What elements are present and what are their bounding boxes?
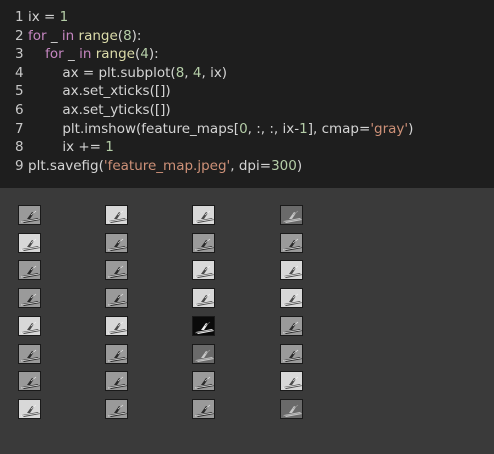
code-token: plt.savefig( [28,157,104,174]
feature-map-thumbnail [192,343,215,364]
feature-map-thumbnail [105,288,128,309]
code-editor[interactable]: 1 ix = 1 2 for _ in range(8): 3 for _ in ran… [2,8,413,175]
code-token: 300 [271,157,297,174]
feature-map-thumbnail [192,288,215,309]
feature-map-thumbnail [18,232,41,253]
feature-map-thumbnail [192,205,215,225]
code-token: 4 [140,46,149,63]
feature-map-thumbnail [280,371,303,392]
code-token: in [61,27,75,44]
line-number: 6 [15,101,24,118]
cell-output [0,188,494,454]
feature-map-thumbnail [105,232,128,253]
feature-map-thumbnail [280,315,303,336]
feature-map-thumbnail [192,398,215,419]
code-token: in [79,46,92,63]
feature-map-thumbnail [18,398,41,419]
feature-map-thumbnail [280,398,303,419]
code-token: _ [46,27,62,44]
feature-map-thumbnail [280,205,303,225]
line-number: 1 [15,9,24,25]
code-token: , [184,64,193,81]
code-cell[interactable]: 1 ix = 1 2 for _ in range(8): 3 for _ in ran… [0,0,494,188]
code-token: range [78,27,118,44]
code-token: ix += [28,139,106,156]
code-token: _ [63,46,80,63]
code-token: ], cmap= [307,120,371,137]
line-number: 4 [15,64,24,81]
feature-map-thumbnail [105,398,128,419]
line-number: 7 [15,120,24,137]
feature-map-thumbnail [105,371,128,392]
code-token: 8 [123,27,132,44]
line-number: 3 [15,46,24,63]
code-token: 1 [299,120,308,137]
line-number: 5 [15,83,24,100]
code-line[interactable]: 8 ix += 1 [2,138,413,157]
code-line[interactable]: 3 for _ in range(4): [2,45,413,64]
line-number: 8 [15,139,24,156]
feature-map-thumbnail [105,315,128,336]
feature-map-thumbnail [18,205,41,225]
code-token: , dpi= [230,157,272,174]
code-token: ix = [28,9,60,25]
feature-map-thumbnail [280,288,303,309]
feature-map-thumbnail [18,260,41,281]
code-token: ): [131,27,142,44]
code-token: ax.set_xticks([]) [28,83,171,100]
code-line[interactable]: 2 for _ in range(8): [2,27,413,46]
code-token: ax.set_yticks([]) [28,101,171,118]
code-line[interactable]: 5 ax.set_xticks([]) [2,82,413,101]
code-token: 'gray' [370,120,409,137]
feature-map-thumbnail [18,371,41,392]
feature-map-thumbnail [192,232,215,253]
feature-map-thumbnail [280,343,303,364]
code-token: for [28,27,47,44]
code-token: 1 [105,139,114,156]
code-token: for [45,46,64,63]
code-token: 8 [175,64,185,81]
code-token: 'feature_map.jpeg' [103,157,231,174]
feature-map-thumbnail [192,260,215,281]
feature-map-thumbnail [280,260,303,281]
code-line[interactable]: 1 ix = 1 [2,8,413,27]
code-token: 1 [59,9,69,25]
line-number: 2 [15,27,24,44]
code-token: ): [148,46,159,63]
code-token: , :, :, ix- [247,120,300,137]
feature-map-thumbnail [105,343,128,364]
code-token: 0 [239,120,248,137]
feature-map-thumbnail [105,260,128,281]
code-token: ) [408,120,414,137]
code-line[interactable]: 4 ax = plt.subplot(8, 4, ix) [2,64,413,83]
line-number: 9 [15,157,24,174]
feature-map-thumbnail [18,343,41,364]
code-token: ax = plt.subplot( [28,64,176,81]
code-token: ) [296,157,303,174]
code-token: plt.imshow(feature_maps[ [28,120,240,137]
feature-map-thumbnail [280,232,303,253]
code-line[interactable]: 6 ax.set_yticks([]) [2,101,413,120]
feature-map-thumbnail [18,288,41,309]
feature-map-thumbnail [192,371,215,392]
code-line[interactable]: 7 plt.imshow(feature_maps[0, :, :, ix-1]… [2,120,413,139]
code-token: , ix) [201,64,228,81]
feature-map-thumbnail [105,205,128,225]
feature-map-thumbnail [192,315,215,336]
feature-map-thumbnail [18,315,41,336]
code-line[interactable]: 9 plt.savefig('feature_map.jpeg', dpi=300… [2,157,413,176]
code-token: range [95,46,135,63]
